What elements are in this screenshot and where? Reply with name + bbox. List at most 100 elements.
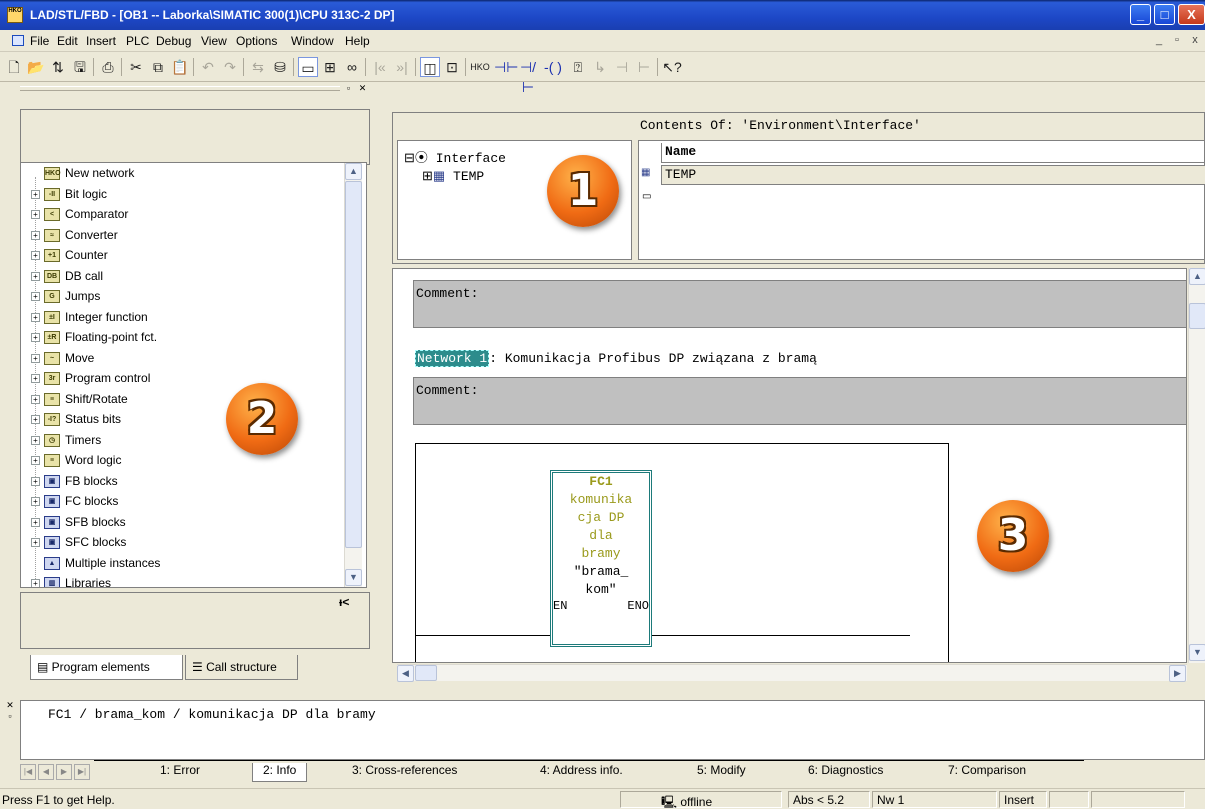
monitor-icon[interactable]: ∞ xyxy=(342,57,362,77)
network-tag[interactable]: Network 1 xyxy=(415,350,490,367)
compare-icon[interactable]: ⛁ xyxy=(270,57,290,77)
connection-icon[interactable]: ⊢ xyxy=(634,57,654,77)
expand-icon[interactable]: + xyxy=(31,271,40,281)
coil-icon[interactable]: -( ) xyxy=(543,57,563,77)
corner-icon[interactable]: ᵼ< xyxy=(339,595,349,609)
mdi-restore-button[interactable]: ▫ xyxy=(1170,34,1184,48)
menu-view[interactable]: View xyxy=(201,34,227,48)
expand-icon[interactable]: + xyxy=(31,312,40,322)
expand-icon[interactable]: + xyxy=(31,476,40,486)
tab-comparison[interactable]: 7: Comparison xyxy=(948,763,1026,782)
menu-insert[interactable]: Insert xyxy=(86,34,116,48)
menu-file[interactable]: File xyxy=(30,34,49,48)
layout-2-icon[interactable]: ⊡ xyxy=(442,57,462,77)
open-icon[interactable]: 📂 xyxy=(26,57,46,77)
en-pin[interactable]: EN xyxy=(553,599,567,613)
scroll-down-button[interactable]: ▼ xyxy=(345,569,362,586)
paste-icon[interactable]: 📋 xyxy=(170,57,190,77)
new-network-icon[interactable]: HKO xyxy=(470,57,490,77)
contact-nc-icon[interactable]: ⊣/⊢ xyxy=(518,57,538,95)
menu-edit[interactable]: Edit xyxy=(57,34,78,48)
expand-icon[interactable]: + xyxy=(31,353,40,363)
panel-float-button[interactable]: ▫ xyxy=(343,83,354,94)
contents-row-temp[interactable]: TEMP xyxy=(661,165,1205,185)
tab-modify[interactable]: 5: Modify xyxy=(697,763,746,782)
interface-contents-table[interactable]: Name ▦ TEMP ▭ xyxy=(638,140,1205,260)
scroll-up-button[interactable]: ▲ xyxy=(345,163,362,180)
expand-icon[interactable]: + xyxy=(31,374,40,383)
expand-icon[interactable]: + xyxy=(31,497,40,506)
cut-icon[interactable]: ✂ xyxy=(126,57,146,77)
interface-temp-row[interactable]: ⊞▦ TEMP xyxy=(422,169,484,184)
next-tab-button[interactable]: ▶ xyxy=(56,764,72,780)
panel-grip[interactable] xyxy=(20,86,340,91)
layout-1-icon[interactable]: ◫ xyxy=(420,57,440,77)
accessible-nodes-icon[interactable]: ⇅ xyxy=(48,57,68,77)
fc1-block[interactable]: FC1 komunika cja DP dla bramy "brama_ ko… xyxy=(550,470,652,647)
interface-root-row[interactable]: ⊟⦿ Interface xyxy=(404,147,506,166)
redo-icon[interactable]: ↷ xyxy=(220,57,240,77)
scroll-left-button[interactable]: ◀ xyxy=(397,665,414,682)
ladder-network-area[interactable] xyxy=(415,443,949,662)
menu-options[interactable]: Options xyxy=(236,34,277,48)
menu-window[interactable]: Window xyxy=(291,34,334,48)
open-branch-icon[interactable]: ↳ xyxy=(590,57,610,77)
expand-icon[interactable]: ⊞ xyxy=(422,169,433,184)
network-icon[interactable]: ⊞ xyxy=(320,57,340,77)
first-tab-button[interactable]: |◀ xyxy=(20,764,36,780)
tab-diagnostics[interactable]: 6: Diagnostics xyxy=(808,763,883,782)
eno-pin[interactable]: ENO xyxy=(627,599,649,613)
print-icon[interactable]: ⎙ xyxy=(98,57,118,77)
tab-error[interactable]: 1: Error xyxy=(160,763,200,782)
expand-icon[interactable]: + xyxy=(31,517,40,527)
prev-icon[interactable]: |« xyxy=(370,57,390,77)
scroll-up-button[interactable]: ▲ xyxy=(1189,268,1205,285)
network-1-title[interactable]: Network 1: Komunikacja Profibus DP związ… xyxy=(415,350,817,367)
program-elements-tree[interactable]: HKO New network + -II Bit logic + < Comparator +… xyxy=(20,162,367,588)
menu-plc[interactable]: PLC xyxy=(126,34,149,48)
expand-icon[interactable]: + xyxy=(31,538,40,547)
help-icon[interactable]: ↖? xyxy=(662,57,682,77)
panel-close-icon[interactable]: ✕ xyxy=(357,83,368,94)
copy-icon[interactable]: ⧉ xyxy=(148,57,168,77)
expand-icon[interactable]: + xyxy=(31,456,40,465)
expand-icon[interactable]: + xyxy=(31,230,40,240)
tree-vertical-scrollbar[interactable]: ▲ ▼ xyxy=(344,163,362,587)
mdi-window-icon[interactable] xyxy=(12,35,24,46)
expand-icon[interactable]: + xyxy=(31,292,40,301)
expand-icon[interactable]: + xyxy=(31,189,40,199)
mdi-minimize-button[interactable]: _ xyxy=(1152,34,1166,48)
network-comment[interactable]: Comment: xyxy=(413,377,1186,425)
load-icon[interactable]: ⇆ xyxy=(248,57,268,77)
tab-cross-references[interactable]: 3: Cross-references xyxy=(352,763,457,782)
empty-box-icon[interactable]: ⍰ xyxy=(568,57,588,77)
expand-icon[interactable]: + xyxy=(31,579,40,587)
minimize-button[interactable]: _ xyxy=(1130,4,1151,25)
scroll-thumb[interactable] xyxy=(345,181,362,548)
scroll-right-button[interactable]: ▶ xyxy=(1169,665,1186,682)
editor-vertical-scrollbar[interactable]: ▲ ▼ xyxy=(1188,268,1205,663)
scroll-thumb[interactable] xyxy=(1189,303,1205,329)
menu-help[interactable]: Help xyxy=(345,34,370,48)
expand-icon[interactable]: + xyxy=(31,251,40,260)
tab-address-info[interactable]: 4: Address info. xyxy=(540,763,623,782)
expand-icon[interactable]: + xyxy=(31,394,40,404)
close-button[interactable]: X xyxy=(1178,4,1205,25)
editor-horizontal-scrollbar[interactable]: ◀ ▶ xyxy=(397,664,1187,682)
maximize-button[interactable]: □ xyxy=(1154,4,1175,25)
contact-no-icon[interactable]: ⊣⊢ xyxy=(494,57,518,77)
next-icon[interactable]: »| xyxy=(392,57,412,77)
scroll-down-button[interactable]: ▼ xyxy=(1189,644,1205,661)
save-icon[interactable]: 🖫 xyxy=(70,57,90,77)
new-icon[interactable]: 🗋 xyxy=(4,57,24,77)
last-tab-button[interactable]: ▶| xyxy=(74,764,90,780)
expand-icon[interactable]: + xyxy=(31,415,40,424)
scroll-thumb[interactable] xyxy=(415,665,437,681)
details-close-icon[interactable]: ✕ ▫ xyxy=(3,700,17,730)
block-comment[interactable]: Comment: xyxy=(413,280,1186,328)
prev-tab-button[interactable]: ◀ xyxy=(38,764,54,780)
expand-icon[interactable]: + xyxy=(31,210,40,219)
tab-call-structure[interactable]: ☰ Call structure xyxy=(185,655,298,680)
undo-icon[interactable]: ↶ xyxy=(198,57,218,77)
ladder-editor[interactable]: Comment: Network 1: Komunikacja Profibus… xyxy=(392,268,1187,663)
